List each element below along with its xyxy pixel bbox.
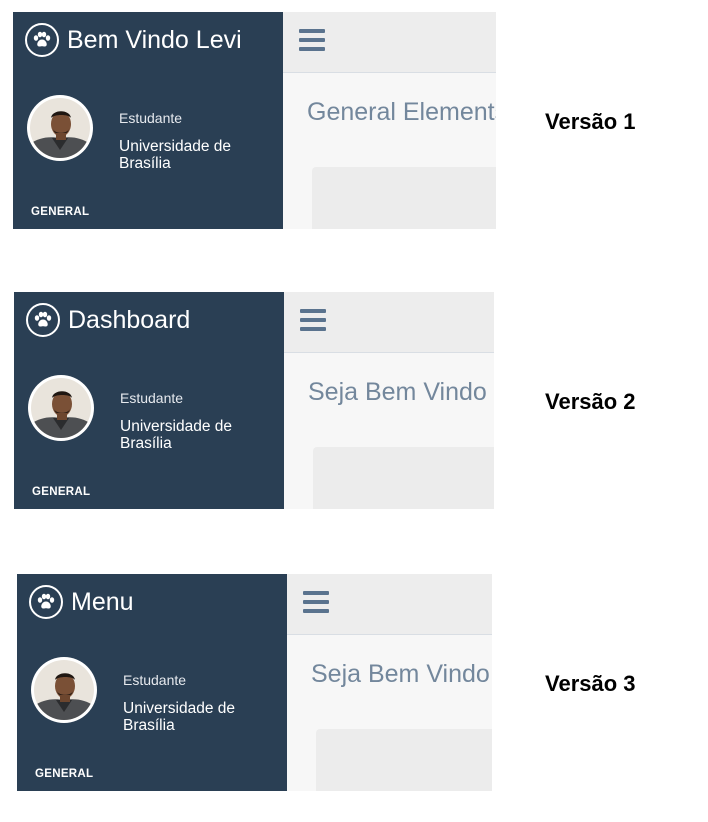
hamburger-icon[interactable] (300, 309, 326, 331)
top-nav (284, 292, 494, 353)
profile-institution: Universidade de Brasília (123, 700, 236, 734)
brand-link[interactable]: Dashboard (26, 302, 190, 338)
screenshot-version-3: Menu Estudante Universidade de Brasília … (17, 574, 492, 791)
screenshot-version-1: Bem Vindo Levi Estudante Universidade de… (13, 12, 496, 229)
version-label-3: Versão 3 (545, 671, 636, 696)
content-panel (313, 447, 494, 509)
profile-avatar[interactable] (31, 657, 97, 723)
page-title: Seja Bem Vindo (311, 660, 490, 688)
brand-title: Menu (71, 587, 134, 616)
paw-icon (25, 23, 59, 57)
paw-icon (26, 303, 60, 337)
profile-institution: Universidade de Brasília (119, 138, 232, 172)
hamburger-icon[interactable] (299, 29, 325, 51)
profile-role: Estudante (120, 390, 184, 406)
sidebar: Dashboard Estudante Universidade de Bras… (14, 292, 284, 509)
screenshot-version-2: Dashboard Estudante Universidade de Bras… (14, 292, 494, 509)
version-label-2: Versão 2 (545, 389, 636, 414)
sidebar-section-title: GENERAL (31, 206, 90, 218)
brand-link[interactable]: Bem Vindo Levi (25, 22, 242, 58)
sidebar: Menu Estudante Universidade de Brasília … (17, 574, 287, 791)
profile-avatar[interactable] (28, 375, 94, 441)
sidebar-section-title: GENERAL (32, 486, 91, 498)
main-content: Seja Bem Vindo (287, 574, 492, 791)
sidebar-section-title: GENERAL (35, 768, 94, 780)
hamburger-icon[interactable] (303, 591, 329, 613)
page-title: Seja Bem Vindo (308, 378, 487, 406)
profile-role: Estudante (123, 672, 187, 688)
version-label-1: Versão 1 (545, 109, 636, 134)
paw-icon (29, 585, 63, 619)
profile-avatar[interactable] (27, 95, 93, 161)
page-title: General Elements (307, 98, 496, 126)
brand-title: Dashboard (68, 305, 191, 334)
main-content: General Elements (283, 12, 496, 229)
top-nav (287, 574, 492, 635)
sidebar: Bem Vindo Levi Estudante Universidade de… (13, 12, 283, 229)
top-nav (283, 12, 496, 73)
main-content: Seja Bem Vindo (284, 292, 494, 509)
content-panel (316, 729, 492, 791)
brand-link[interactable]: Menu (29, 584, 134, 620)
profile-role: Estudante (119, 110, 183, 126)
profile-institution: Universidade de Brasília (120, 418, 233, 452)
brand-title: Bem Vindo Levi (67, 25, 242, 54)
content-panel (312, 167, 496, 229)
